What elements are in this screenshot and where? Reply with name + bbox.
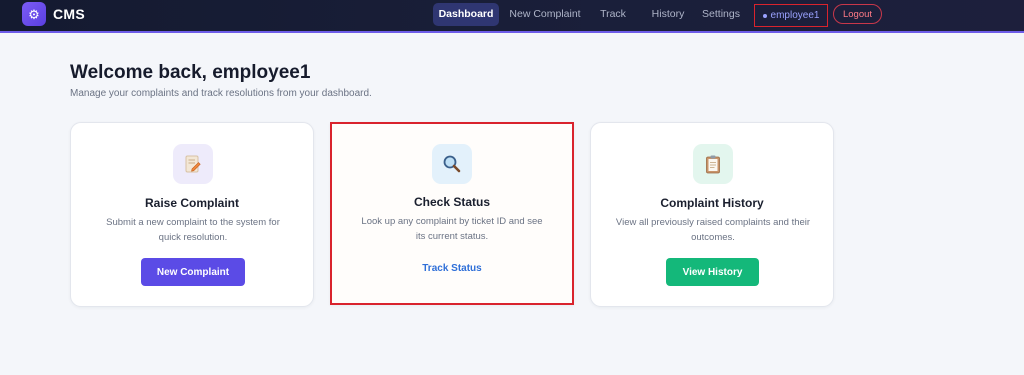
check-status-card: Check Status Look up any complaint by ti… [330,122,574,305]
current-user-name: employee1 [770,10,820,21]
view-history-button[interactable]: View History [666,258,759,286]
nav-item-new-complaint[interactable]: New Complaint [507,3,583,26]
nav-item-track[interactable]: Track [594,3,632,26]
current-user-badge[interactable]: employee1 [754,4,828,27]
complaint-history-card: Complaint History View all previously ra… [590,122,834,307]
card-description: Look up any complaint by ticket ID and s… [361,216,543,242]
card-description: View all previously raised complaints an… [615,217,811,243]
card-title: Raise Complaint [144,196,240,210]
nav-item-settings[interactable]: Settings [699,3,743,26]
page-subtitle: Manage your complaints and track resolut… [70,88,372,99]
magnifier-icon [432,144,472,184]
card-title: Check Status [413,195,491,209]
brand[interactable]: ⚙ CMS [22,2,85,26]
clipboard-icon [693,144,733,184]
new-complaint-button[interactable]: New Complaint [141,258,245,286]
card-title: Complaint History [660,196,764,210]
page-title: Welcome back, employee1 [70,62,311,83]
card-description: Submit a new complaint to the system for… [106,217,280,243]
track-status-link[interactable]: Track Status [332,263,572,274]
logout-button[interactable]: Logout [833,4,882,24]
brand-name: CMS [53,6,86,22]
gear-icon: ⚙ [22,2,46,26]
status-dot [762,13,767,18]
pencil-paper-icon [173,144,213,184]
nav-item-history[interactable]: History [644,3,692,26]
top-navbar: ⚙ CMS Dashboard New Complaint Track Hist… [0,0,1024,33]
raise-complaint-card: Raise Complaint Submit a new complaint t… [70,122,314,307]
nav-item-dashboard[interactable]: Dashboard [433,3,499,26]
